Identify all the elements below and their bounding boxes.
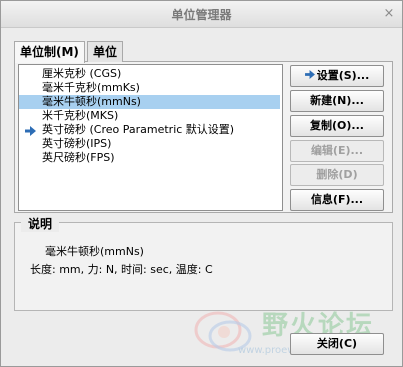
list-item-selected[interactable]: 毫米牛顿秒(mmNs) — [19, 95, 280, 109]
set-button-label: 设置(S)... — [316, 69, 370, 82]
copy-button[interactable]: 复制(O)... — [290, 115, 384, 137]
dialog-title: 单位管理器 — [171, 8, 232, 22]
unit-system-list[interactable]: 厘米克秒 (CGS) 毫米千克秒(mmKs) 毫米牛顿秒(mmNs) 米千克秒(… — [18, 64, 283, 211]
edit-button[interactable]: 编辑(E)... — [290, 140, 384, 162]
list-item[interactable]: 米千克秒(MKS) — [19, 109, 280, 123]
list-item-label: 毫米千克秒(mmKs) — [42, 81, 140, 94]
new-button[interactable]: 新建(N)... — [290, 90, 384, 112]
info-button[interactable]: 信息(F)... — [290, 189, 384, 211]
list-item[interactable]: 毫米千克秒(mmKs) — [19, 81, 280, 95]
list-item-label: 英寸磅秒(IPS) — [42, 137, 112, 150]
list-item[interactable]: 英寸磅秒(IPS) — [19, 137, 280, 151]
description-detail: 长度: mm, 力: N, 时间: sec, 温度: C — [30, 263, 213, 276]
arrow-right-icon — [304, 66, 315, 86]
description-legend: 说明 — [21, 215, 60, 232]
list-item-label: 英尺磅秒(FPS) — [42, 151, 115, 164]
close-icon[interactable]: × — [381, 6, 397, 22]
tab-units[interactable]: 单位 — [87, 41, 124, 62]
list-item-current[interactable]: 英寸磅秒 (Creo Parametric 默认设置) — [19, 123, 280, 137]
title-bar: 单位管理器 × — [1, 1, 402, 28]
delete-button[interactable]: 删除(D) — [290, 164, 384, 186]
list-item-label: 英寸磅秒 (Creo Parametric 默认设置) — [42, 123, 235, 136]
close-button[interactable]: 关闭(C) — [290, 333, 384, 355]
list-item-label: 毫米牛顿秒(mmNs) — [42, 95, 141, 108]
list-item-label: 米千克秒(MKS) — [42, 109, 119, 122]
list-item[interactable]: 英尺磅秒(FPS) — [19, 151, 280, 165]
list-item[interactable]: 厘米克秒 (CGS) — [19, 67, 280, 81]
list-item-label: 厘米克秒 (CGS) — [42, 67, 122, 80]
set-button[interactable]: 设置(S)... — [290, 65, 384, 87]
description-system-name: 毫米牛顿秒(mmNs) — [45, 245, 144, 258]
tab-unit-systems[interactable]: 单位制(M) — [14, 41, 85, 63]
